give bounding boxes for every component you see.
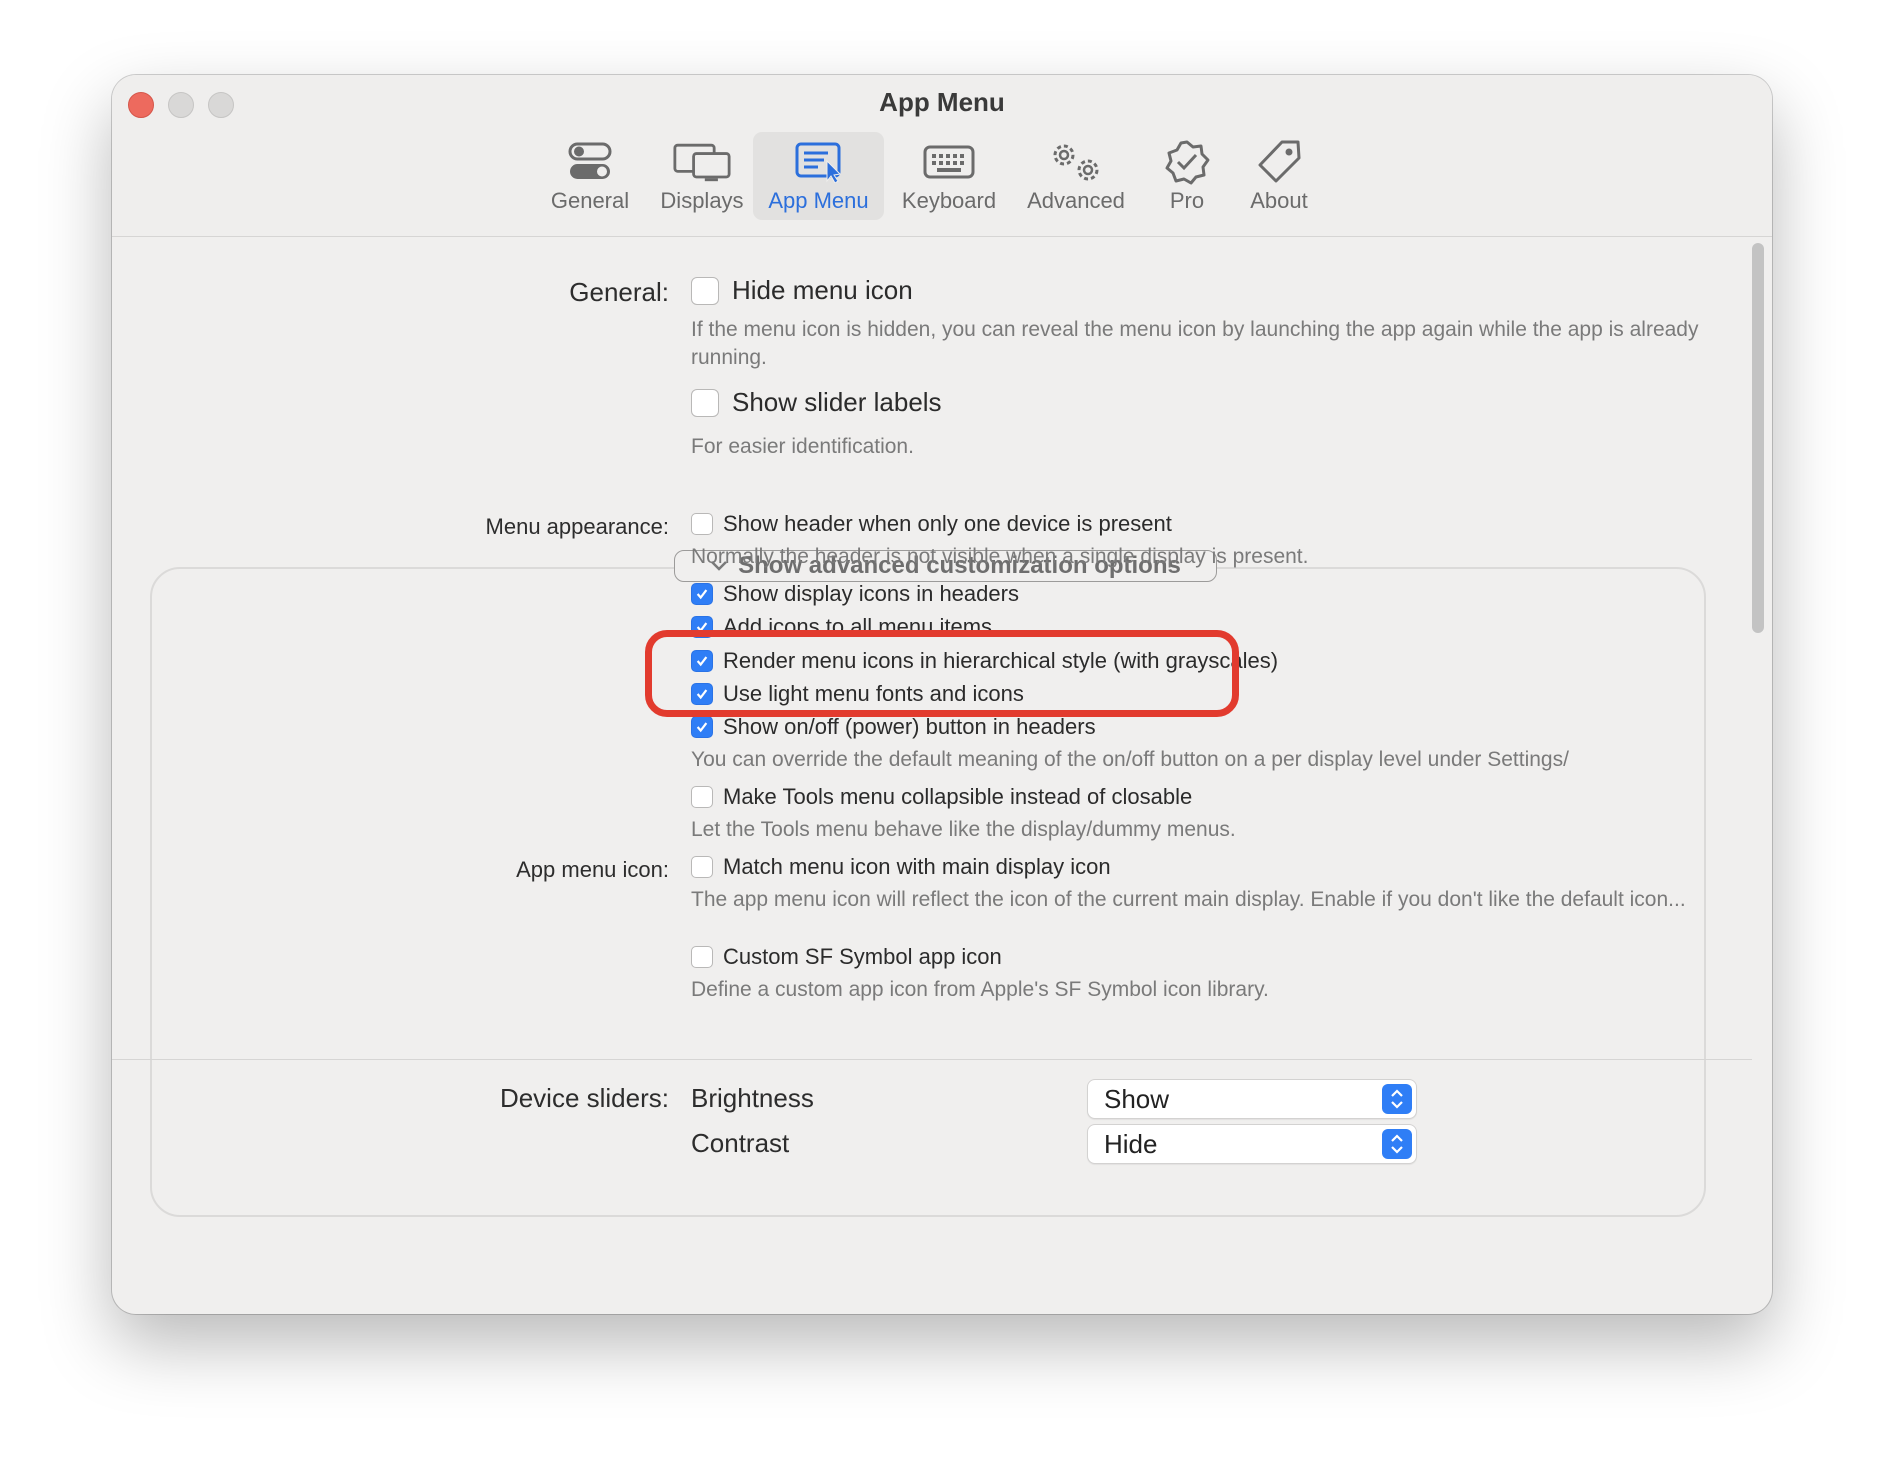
scrollbar-thumb[interactable]	[1752, 243, 1764, 633]
checkbox[interactable]	[691, 513, 713, 535]
custom-symbol-note: Define a custom app icon from Apple's SF…	[691, 978, 1269, 1001]
gears-icon	[1047, 138, 1105, 186]
checkbox-label: Hide menu icon	[732, 275, 913, 305]
titlebar: App Menu General Displays App Menu Keybo…	[112, 75, 1772, 237]
checkbox[interactable]	[691, 276, 719, 305]
checkbox-label: Match menu icon with main display icon	[723, 854, 1111, 879]
checkbox-label: Use light menu fonts and icons	[723, 681, 1024, 706]
hide-menu-icon-checkbox[interactable]: Hide menu icon	[691, 275, 913, 306]
checkbox-label: Custom SF Symbol app icon	[723, 944, 1002, 969]
general-label: General:	[569, 277, 669, 307]
menu-appearance-label: Menu appearance:	[485, 514, 669, 539]
display-icons-checkbox[interactable]: Show display icons in headers	[691, 581, 1019, 607]
add-icons-checkbox[interactable]: Add icons to all menu items	[691, 614, 992, 640]
show-header-checkbox[interactable]: Show header when only one device is pres…	[691, 511, 1172, 537]
contrast-select[interactable]: Hide	[1087, 1124, 1417, 1164]
tab-label: General	[550, 188, 630, 213]
power-button-note: You can override the default meaning of …	[691, 748, 1569, 771]
tools-collapsible-checkbox[interactable]: Make Tools menu collapsible instead of c…	[691, 784, 1192, 810]
checkbox-label: Show header when only one device is pres…	[723, 511, 1172, 536]
show-slider-labels-note: For easier identification.	[691, 435, 914, 458]
brightness-select[interactable]: Show	[1087, 1079, 1417, 1119]
brightness-label: Brightness	[691, 1083, 814, 1113]
power-button-checkbox[interactable]: Show on/off (power) button in headers	[691, 714, 1096, 740]
checkbox-label: Make Tools menu collapsible instead of c…	[723, 784, 1193, 809]
app-menu-icon	[790, 138, 848, 186]
tab-label: Keyboard	[901, 188, 997, 213]
tab-general[interactable]: General	[535, 132, 645, 220]
up-down-chevron-icon	[1382, 1129, 1412, 1159]
preferences-window: App Menu General Displays App Menu Keybo…	[112, 75, 1772, 1314]
tab-advanced[interactable]: Advanced	[1014, 132, 1138, 220]
app-menu-icon-label: App menu icon:	[516, 857, 669, 882]
toolbar-tabs: General Displays App Menu Keyboard Advan…	[112, 132, 1772, 224]
match-icon-checkbox[interactable]: Match menu icon with main display icon	[691, 854, 1111, 880]
checkbox[interactable]	[691, 946, 713, 968]
hide-menu-icon-note: If the menu icon is hidden, you can reve…	[691, 318, 1699, 369]
displays-icon	[673, 138, 731, 186]
checkbox[interactable]	[691, 616, 713, 638]
tab-label: Advanced	[1027, 188, 1125, 213]
show-slider-labels-checkbox[interactable]: Show slider labels	[691, 387, 942, 418]
custom-symbol-checkbox[interactable]: Custom SF Symbol app icon	[691, 944, 1002, 970]
section-divider	[112, 1059, 1752, 1060]
device-sliders-label: Device sliders:	[499, 1083, 669, 1113]
checkbox[interactable]	[691, 683, 713, 705]
light-fonts-checkbox[interactable]: Use light menu fonts and icons	[691, 681, 1024, 707]
match-icon-note: The app menu icon will reflect the icon …	[691, 888, 1686, 911]
tab-label: Displays	[660, 188, 744, 213]
hierarchical-style-checkbox[interactable]: Render menu icons in hierarchical style …	[691, 648, 1278, 674]
checkbox-label: Add icons to all menu items	[723, 614, 993, 639]
tab-pro[interactable]: Pro	[1142, 132, 1232, 220]
keyboard-icon	[920, 138, 978, 186]
tab-keyboard[interactable]: Keyboard	[888, 132, 1010, 220]
settings-content: General: Hide menu icon If the menu icon…	[112, 237, 1752, 1314]
select-value: Hide	[1104, 1128, 1158, 1159]
vertical-scrollbar[interactable]	[1752, 243, 1764, 1311]
window-title: App Menu	[879, 87, 1005, 117]
tab-app-menu[interactable]: App Menu	[753, 132, 884, 220]
tab-label: Pro	[1169, 188, 1205, 213]
checkbox[interactable]	[691, 650, 713, 672]
contrast-label: Contrast	[691, 1128, 790, 1158]
select-value: Show	[1104, 1083, 1170, 1114]
checkbox[interactable]	[691, 388, 719, 417]
checkbox-label: Show slider labels	[732, 387, 942, 417]
checkbox-label: Show display icons in headers	[723, 581, 1019, 606]
tab-label: App Menu	[768, 188, 869, 213]
tag-icon	[1250, 138, 1308, 186]
up-down-chevron-icon	[1382, 1084, 1412, 1114]
tab-about[interactable]: About	[1232, 132, 1326, 220]
checkbox-label: Show on/off (power) button in headers	[723, 714, 1096, 739]
checkbox[interactable]	[691, 716, 713, 738]
checkbox-label: Render menu icons in hierarchical style …	[723, 648, 1279, 673]
tools-note: Let the Tools menu behave like the displ…	[691, 818, 1236, 841]
show-header-note: Normally the header is not visible when …	[691, 545, 1309, 568]
checkbox[interactable]	[691, 583, 713, 605]
toggles-icon	[561, 138, 619, 186]
checkbox[interactable]	[691, 856, 713, 878]
checkmark-seal-icon	[1158, 138, 1216, 186]
checkbox[interactable]	[691, 786, 713, 808]
tab-label: About	[1250, 188, 1308, 213]
tab-displays[interactable]: Displays	[646, 132, 758, 220]
